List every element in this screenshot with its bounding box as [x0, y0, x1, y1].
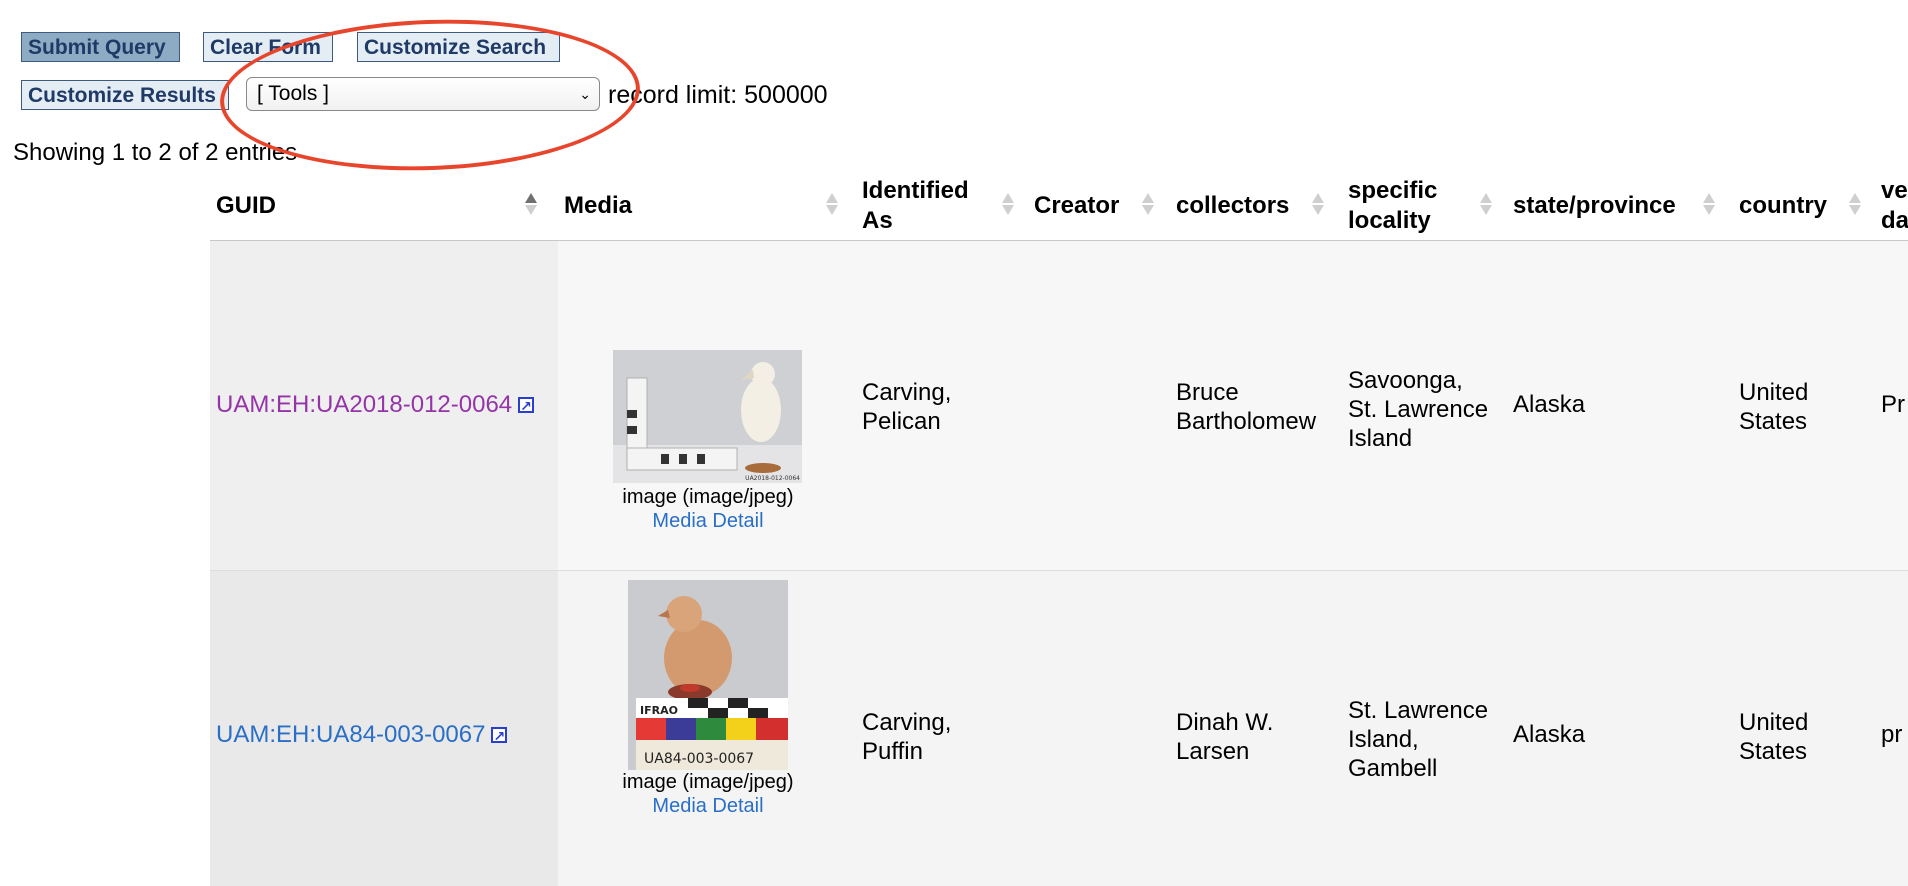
column-label-line: locality [1348, 207, 1431, 234]
column-header-creator[interactable]: Creator [1028, 172, 1170, 240]
media-detail-link[interactable]: Media Detail [558, 794, 858, 818]
cell-line: Carving, [862, 709, 952, 736]
column-label-country: country [1739, 192, 1828, 219]
tools-select[interactable]: [ Tools ] ⌄ [246, 77, 600, 111]
pelican-carving-thumbnail[interactable]: UA2018-012-0064 [613, 350, 802, 483]
sort-icon[interactable] [1002, 189, 1014, 221]
column-label-specific-locality: specific locality [1348, 176, 1437, 236]
column-header-identified-as[interactable]: Identified As [856, 172, 1028, 240]
guid-text: UAM:EH:UA2018-012-0064 [216, 391, 513, 418]
identified-as-cell: Carving, Puffin [862, 708, 951, 766]
record-limit-text: record limit: 500000 [608, 81, 828, 109]
column-label-line: da [1881, 207, 1908, 234]
country-cell: United States [1739, 708, 1808, 766]
collectors-cell: Dinah W. Larsen [1176, 708, 1273, 766]
column-label-line: ve [1881, 177, 1908, 204]
thumbnail-label: IFRAO [640, 704, 678, 717]
table-header: GUID Media Identified As Creator collect… [210, 172, 1908, 241]
cell-line: United [1739, 379, 1809, 406]
sort-icon[interactable] [826, 189, 838, 221]
column-header-media[interactable]: Media [558, 172, 856, 240]
media-caption: image (image/jpeg) [622, 771, 794, 793]
column-label-line: Identified [862, 177, 969, 204]
column-header-country[interactable]: country [1733, 172, 1875, 240]
sort-ascending-icon[interactable] [525, 189, 537, 221]
cell-line: Puffin [862, 738, 923, 765]
column-label-collectors: collectors [1176, 192, 1290, 219]
guid-text: UAM:EH:UA84-003-0067 [216, 721, 486, 748]
cell-line: Savoonga, [1348, 367, 1463, 394]
customize-search-button[interactable]: Customize Search [357, 32, 560, 62]
sort-icon[interactable] [1849, 189, 1861, 221]
sort-icon[interactable] [1480, 189, 1492, 221]
column-label-state-province: state/province [1513, 192, 1676, 219]
cell-line: Bartholomew [1176, 408, 1317, 435]
column-label-identified-as: Identified As [862, 176, 969, 236]
puffin-carving-thumbnail[interactable]: IFRAO UA84-003-0067 [628, 580, 788, 770]
customize-results-button[interactable]: Customize Results [21, 80, 229, 110]
thumbnail-label: UA84-003-0067 [644, 751, 754, 767]
column-label-guid: GUID [216, 192, 276, 219]
sort-icon[interactable] [1312, 189, 1324, 221]
cell-line: Island, [1348, 726, 1419, 753]
cell-line: Bruce [1176, 379, 1239, 406]
cell-line: St. Lawrence [1348, 697, 1489, 724]
cell-line: Pelican [862, 408, 941, 435]
verbatim-date-cell: Pr [1881, 391, 1905, 418]
tools-select-value: [ Tools ] [257, 82, 329, 105]
media-detail-link[interactable]: Media Detail [558, 509, 858, 533]
country-cell: United States [1739, 378, 1808, 436]
sort-icon[interactable] [1703, 189, 1715, 221]
external-link-icon[interactable] [518, 392, 535, 421]
chevron-down-icon: ⌄ [579, 86, 591, 102]
column-label-creator: Creator [1034, 192, 1120, 219]
cell-line: United [1739, 709, 1809, 736]
column-header-specific-locality[interactable]: specific locality [1342, 172, 1507, 240]
cell-line: St. Lawrence [1348, 396, 1489, 423]
table-row: UAM:EH:UA2018-012-0064 UA2018-012-0064 i… [210, 241, 1908, 571]
specific-locality-cell: St. Lawrence Island, Gambell [1348, 696, 1488, 783]
guid-link[interactable]: UAM:EH:UA2018-012-0064 [216, 390, 535, 421]
showing-entries-text: Showing 1 to 2 of 2 entries [13, 139, 298, 166]
column-label-verbatim-date: ve da [1881, 176, 1908, 236]
media-caption: image (image/jpeg) [622, 486, 794, 508]
cell-line: Carving, [862, 379, 952, 406]
sort-icon[interactable] [1142, 189, 1154, 221]
column-header-collectors[interactable]: collectors [1170, 172, 1342, 240]
cell-line: States [1739, 738, 1808, 765]
column-header-guid[interactable]: GUID [210, 172, 558, 240]
identified-as-cell: Carving, Pelican [862, 378, 951, 436]
table-row: UAM:EH:UA84-003-0067 IFRAO UA84-003-0067… [210, 571, 1908, 886]
cell-line: Island [1348, 425, 1413, 452]
collectors-cell: Bruce Bartholomew [1176, 378, 1316, 436]
guid-link[interactable]: UAM:EH:UA84-003-0067 [216, 720, 508, 751]
verbatim-date-cell: pr [1881, 721, 1903, 748]
specific-locality-cell: Savoonga, St. Lawrence Island [1348, 366, 1488, 453]
external-link-icon[interactable] [491, 722, 508, 751]
column-label-media: Media [564, 192, 633, 219]
column-label-line: As [862, 207, 893, 234]
column-header-verbatim-date[interactable]: ve da [1875, 172, 1908, 240]
column-label-line: specific [1348, 177, 1438, 204]
thumbnail-label: UA2018-012-0064 [745, 475, 800, 482]
cell-line: Gambell [1348, 755, 1438, 782]
cell-line: States [1739, 408, 1808, 435]
results-table: GUID Media Identified As Creator collect… [210, 172, 1908, 886]
submit-query-button[interactable]: Submit Query [21, 32, 180, 62]
column-header-state-province[interactable]: state/province [1507, 172, 1733, 240]
cell-line: Dinah W. [1176, 709, 1274, 736]
state-province-cell: Alaska [1513, 721, 1586, 748]
cell-line: Larsen [1176, 738, 1250, 765]
state-province-cell: Alaska [1513, 391, 1586, 418]
clear-form-button[interactable]: Clear Form [203, 32, 333, 62]
